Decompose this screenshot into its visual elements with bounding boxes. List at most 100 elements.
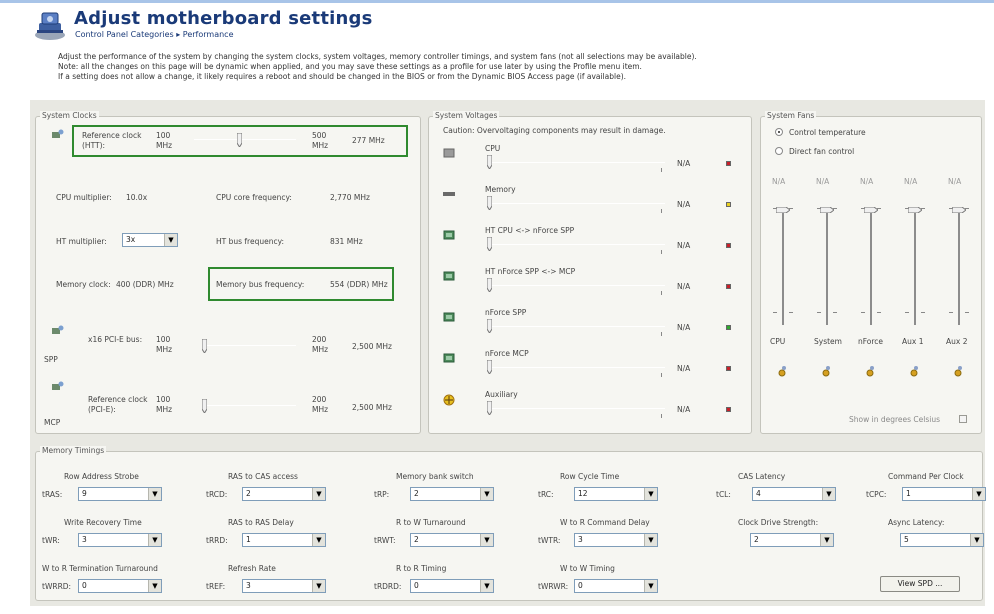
timing-select[interactable]: 12 ▼	[574, 487, 658, 501]
breadcrumb[interactable]: Control Panel Categories ▸ Performance	[75, 30, 234, 39]
voltage-slider-thumb[interactable]	[486, 400, 493, 416]
htt-slider-thumb[interactable]	[236, 132, 243, 148]
chevron-down-icon[interactable]: ▼	[148, 534, 161, 546]
voltage-slider-thumb[interactable]	[486, 277, 493, 293]
chevron-down-icon[interactable]: ▼	[644, 580, 657, 592]
fan-slider-track[interactable]	[870, 207, 872, 325]
voltage-slider-track[interactable]	[489, 326, 665, 327]
timing-caption: W to R Termination Turnaround	[42, 564, 158, 573]
timing-select[interactable]: 2 ▼	[410, 487, 494, 501]
chevron-down-icon[interactable]: ▼	[970, 534, 983, 546]
ht-multiplier-label: HT multiplier:	[56, 237, 107, 246]
htt-slider-track[interactable]	[194, 139, 296, 140]
voltage-slider-thumb[interactable]	[486, 236, 493, 252]
voltage-value: N/A	[677, 405, 691, 414]
voltage-slider-track[interactable]	[489, 203, 665, 204]
chevron-down-icon[interactable]: ▼	[312, 488, 325, 500]
chevron-down-icon[interactable]: ▼	[480, 534, 493, 546]
fan-slider-track[interactable]	[826, 207, 828, 325]
system-fans-group: System Fans Control temperature Direct f…	[760, 111, 982, 434]
spp-slider-thumb[interactable]	[201, 338, 208, 354]
mcp-slider-track[interactable]	[202, 405, 296, 406]
timing-select[interactable]: 0 ▼	[410, 579, 494, 593]
timing-select[interactable]: 4 ▼	[752, 487, 836, 501]
chevron-down-icon[interactable]: ▼	[148, 580, 161, 592]
voltage-slider-thumb[interactable]	[486, 318, 493, 334]
chevron-down-icon[interactable]: ▼	[312, 580, 325, 592]
fan-slider-tick	[877, 208, 881, 209]
timing-select[interactable]: 0 ▼	[78, 579, 162, 593]
fan-slider-thumb[interactable]	[951, 206, 967, 214]
chevron-down-icon[interactable]: ▼	[164, 234, 177, 246]
ht-bus-frequency-value: 831 MHz	[330, 237, 363, 246]
timing-select[interactable]: 9 ▼	[78, 487, 162, 501]
voltage-value: N/A	[677, 241, 691, 250]
timing-value: 12	[578, 489, 588, 498]
fan-slider-thumb[interactable]	[863, 206, 879, 214]
voltage-slider-thumb[interactable]	[486, 154, 493, 170]
voltage-slider-track[interactable]	[489, 162, 665, 163]
voltage-slider-thumb[interactable]	[486, 359, 493, 375]
control-temperature-radio[interactable]	[775, 128, 783, 136]
chevron-down-icon[interactable]: ▼	[820, 534, 833, 546]
system-clocks-group: System Clocks Reference clock (HTT): 100…	[35, 111, 421, 434]
chevron-down-icon[interactable]: ▼	[312, 534, 325, 546]
fan-slider-track[interactable]	[914, 207, 916, 325]
control-temperature-label[interactable]: Control temperature	[789, 128, 866, 137]
direct-fan-control-radio[interactable]	[775, 147, 783, 155]
voltage-status-indicator	[726, 243, 731, 248]
fan-value: N/A	[772, 177, 786, 186]
view-spd-button[interactable]: View SPD ...	[880, 576, 960, 592]
timing-select[interactable]: 2 ▼	[750, 533, 834, 547]
fan-name: Aux 1	[902, 337, 924, 346]
timing-short-label: tCPC:	[866, 490, 887, 499]
timing-select[interactable]: 2 ▼	[410, 533, 494, 547]
timing-select[interactable]: 5 ▼	[900, 533, 984, 547]
mcp-slider-thumb[interactable]	[201, 398, 208, 414]
voltage-slider-track[interactable]	[489, 408, 665, 409]
voltage-slider-tick	[661, 250, 662, 254]
memory-module-icon	[443, 189, 455, 201]
chevron-down-icon[interactable]: ▼	[972, 488, 985, 500]
mcp-tag: MCP	[44, 418, 61, 427]
fan-slider-tick	[789, 208, 793, 209]
direct-fan-control-label[interactable]: Direct fan control	[789, 147, 854, 156]
voltage-label: nForce SPP	[485, 308, 527, 317]
fan-slider-thumb[interactable]	[775, 206, 791, 214]
timing-caption: RAS to CAS access	[228, 472, 298, 481]
fan-slider-thumb[interactable]	[819, 206, 835, 214]
spp-slider-track[interactable]	[202, 345, 296, 346]
voltage-slider-track[interactable]	[489, 285, 665, 286]
fan-slider-thumb[interactable]	[907, 206, 923, 214]
ht-multiplier-select[interactable]: 3x ▼	[122, 233, 178, 247]
memory-timings-group: Memory Timings Row Address Strobe tRAS: 9 ▼…	[35, 446, 986, 601]
motherboard-settings-icon	[33, 9, 67, 41]
timing-select[interactable]: 1 ▼	[902, 487, 986, 501]
chevron-down-icon[interactable]: ▼	[480, 580, 493, 592]
fan-slider-tick	[949, 312, 953, 313]
fan-slider-tick	[965, 312, 969, 313]
chipset-icon	[443, 312, 455, 324]
timing-value: 0	[82, 581, 87, 590]
voltage-slider-track[interactable]	[489, 367, 665, 368]
fan-slider-track[interactable]	[782, 207, 784, 325]
chevron-down-icon[interactable]: ▼	[822, 488, 835, 500]
chevron-down-icon[interactable]: ▼	[148, 488, 161, 500]
fan-slider-track[interactable]	[958, 207, 960, 325]
celsius-checkbox[interactable]	[959, 415, 967, 423]
chevron-down-icon[interactable]: ▼	[644, 534, 657, 546]
voltage-slider-track[interactable]	[489, 244, 665, 245]
timing-select[interactable]: 1 ▼	[242, 533, 326, 547]
timing-select[interactable]: 2 ▼	[242, 487, 326, 501]
timing-select[interactable]: 3 ▼	[242, 579, 326, 593]
timing-select[interactable]: 0 ▼	[574, 579, 658, 593]
memory-clock-value: 400 (DDR) MHz	[116, 280, 174, 289]
timing-select[interactable]: 3 ▼	[574, 533, 658, 547]
timing-select[interactable]: 3 ▼	[78, 533, 162, 547]
voltage-slider-tick	[661, 291, 662, 295]
chevron-down-icon[interactable]: ▼	[644, 488, 657, 500]
voltage-slider-thumb[interactable]	[486, 195, 493, 211]
timing-value: 0	[578, 581, 583, 590]
voltage-label: HT nForce SPP <-> MCP	[485, 267, 576, 276]
chevron-down-icon[interactable]: ▼	[480, 488, 493, 500]
